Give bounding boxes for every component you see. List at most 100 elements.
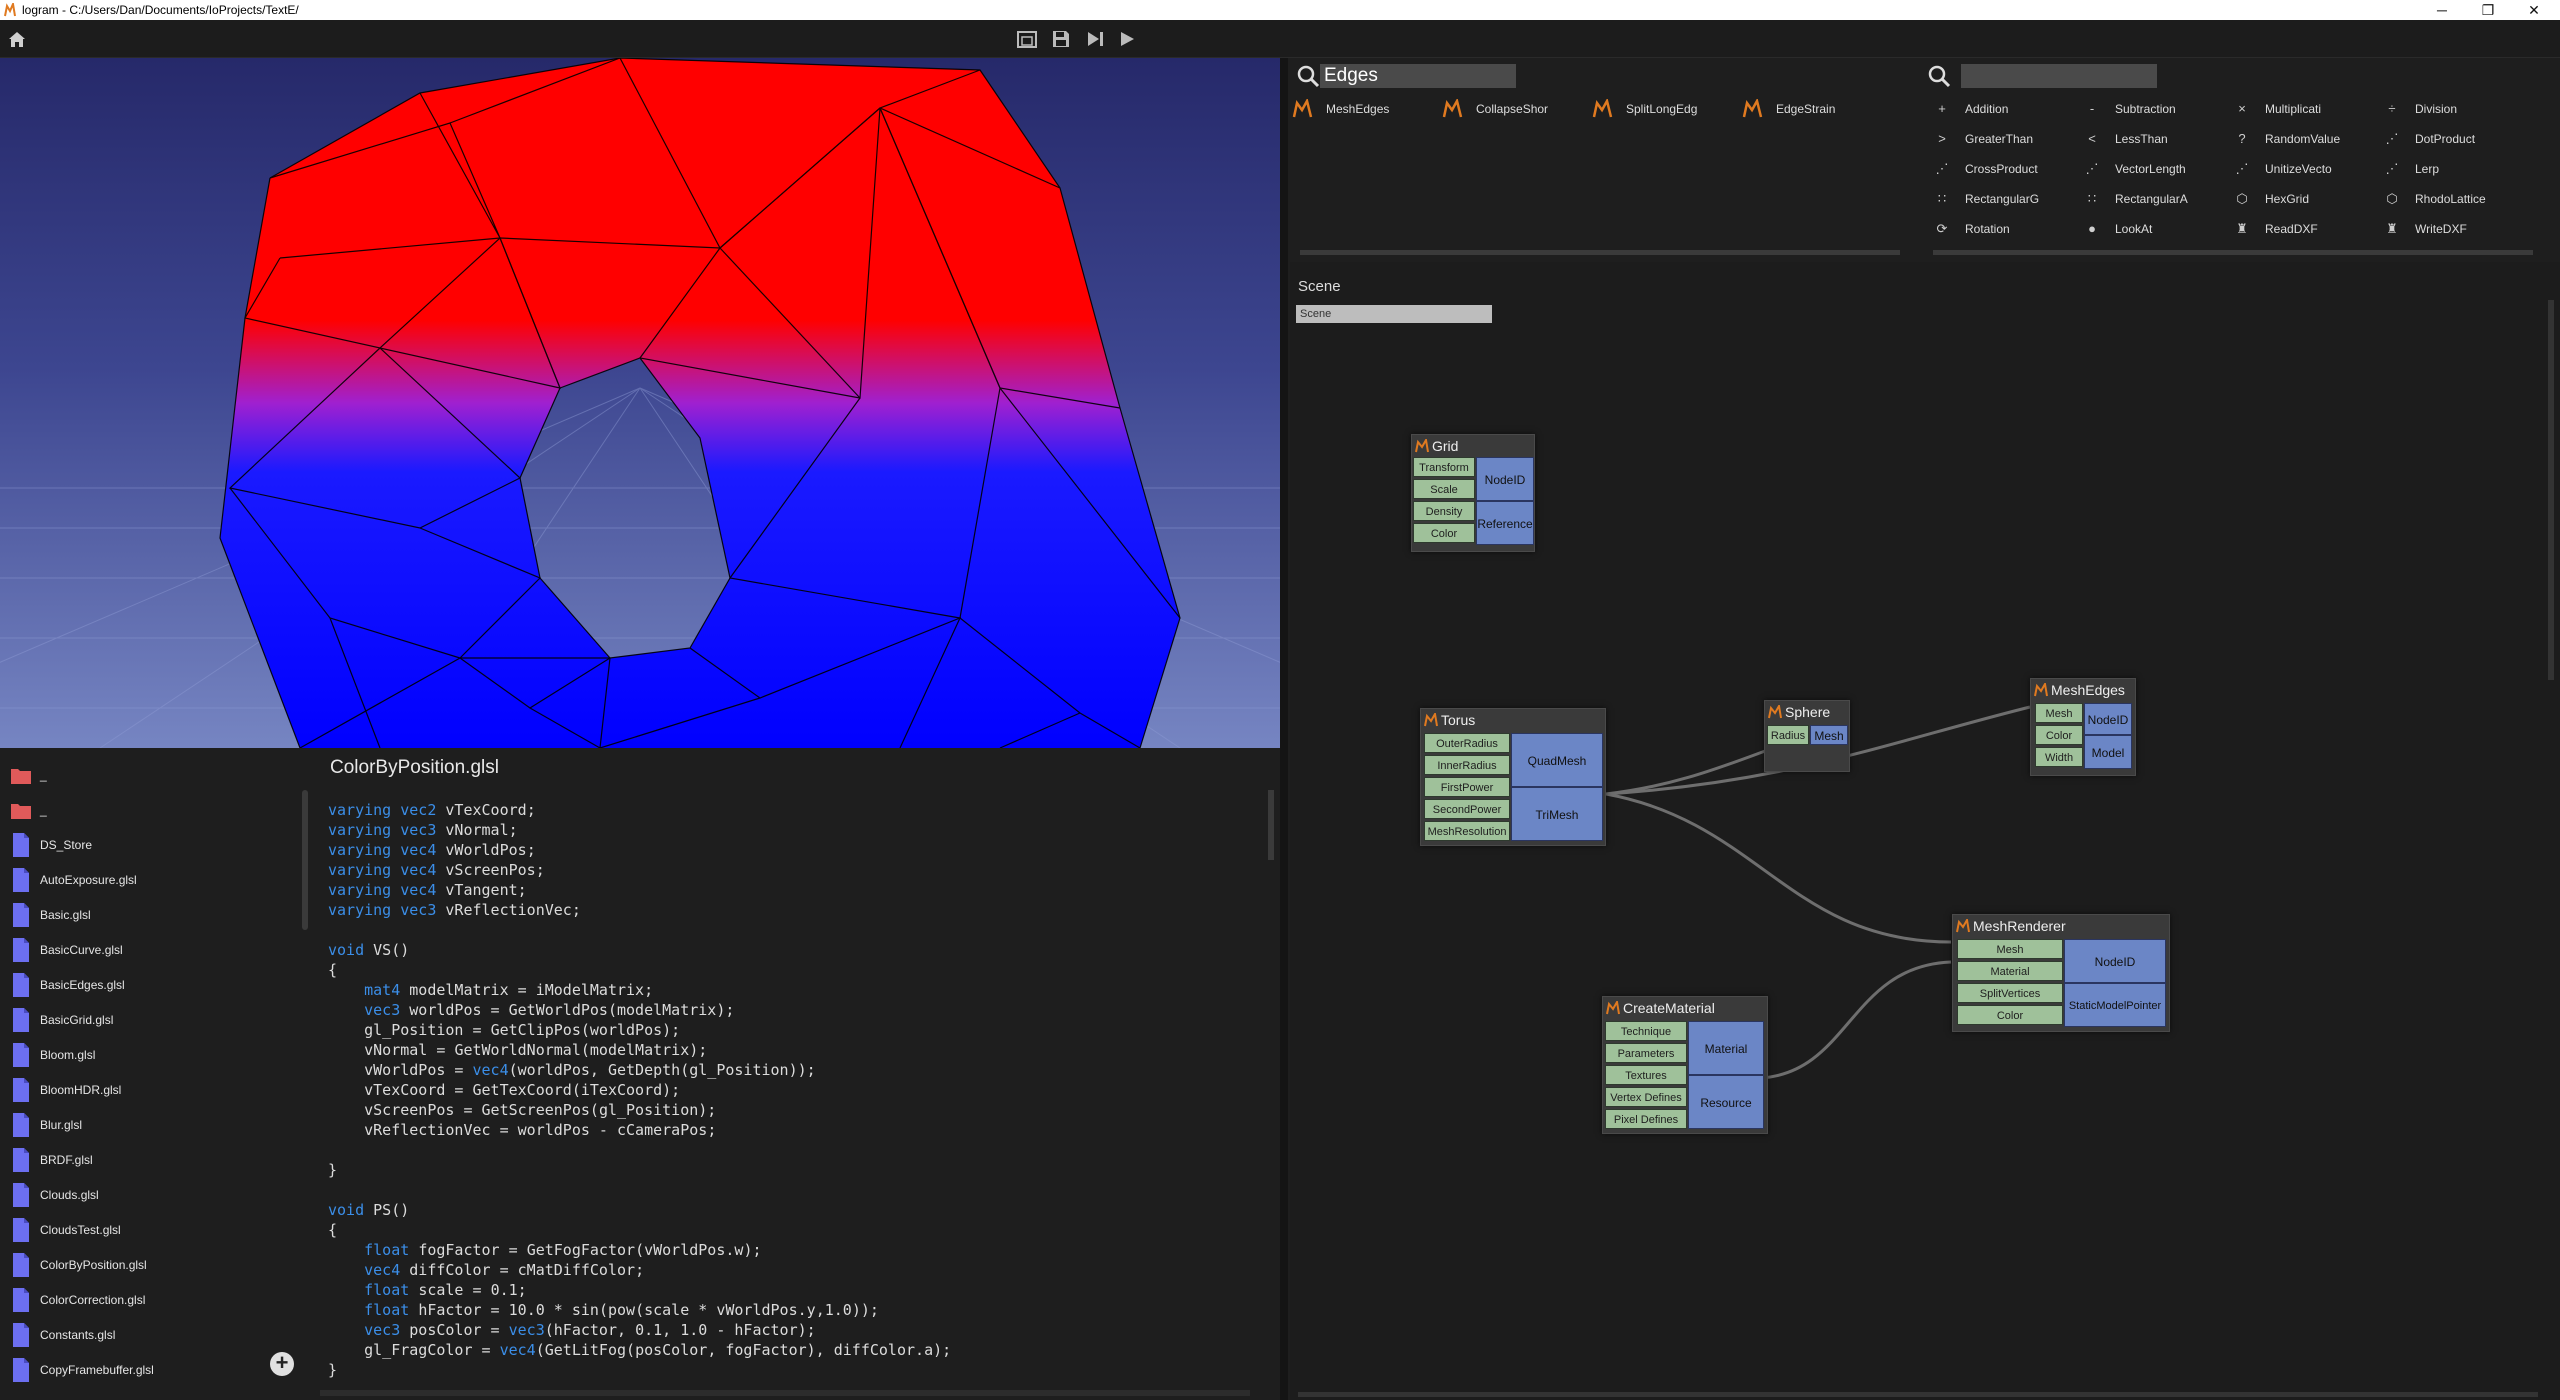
- play-icon[interactable]: [1116, 29, 1138, 49]
- library-item[interactable]: > GreaterThan: [1931, 128, 2033, 150]
- output-pin[interactable]: NodeID: [1476, 457, 1534, 501]
- output-pin[interactable]: Material: [1688, 1021, 1764, 1075]
- input-pin[interactable]: SecondPower: [1424, 799, 1510, 819]
- 3d-viewport[interactable]: [0, 58, 1280, 748]
- file-item[interactable]: DS_Store: [10, 830, 300, 860]
- library-item[interactable]: ⬡ HexGrid: [2231, 188, 2309, 210]
- search-input[interactable]: Edges: [1320, 64, 1516, 88]
- file-item[interactable]: CopyFramebuffer.glsl: [10, 1355, 300, 1385]
- output-pin[interactable]: StaticModelPointer: [2064, 983, 2166, 1027]
- editor-horizontal-scrollbar[interactable]: [320, 1390, 1250, 1396]
- input-pin[interactable]: Radius: [1767, 725, 1809, 745]
- torus-node[interactable]: Torus OuterRadius InnerRadius FirstPower…: [1420, 708, 1606, 846]
- file-item[interactable]: Blur.glsl: [10, 1110, 300, 1140]
- vertical-splitter[interactable]: [1280, 58, 1288, 1400]
- input-pin[interactable]: Density: [1413, 501, 1475, 521]
- input-pin[interactable]: Transform: [1413, 457, 1475, 477]
- search-result-item[interactable]: SplitLongEdg: [1592, 98, 1697, 120]
- input-pin[interactable]: OuterRadius: [1424, 733, 1510, 753]
- output-pin[interactable]: NodeID: [2084, 703, 2132, 735]
- close-icon[interactable]: ✕: [2512, 0, 2556, 20]
- input-pin[interactable]: FirstPower: [1424, 777, 1510, 797]
- input-pin[interactable]: SplitVertices: [1957, 983, 2063, 1003]
- input-pin[interactable]: Scale: [1413, 479, 1475, 499]
- grid-node[interactable]: Grid Transform Scale Density Color NodeI…: [1411, 434, 1535, 552]
- minimize-icon[interactable]: ─: [2420, 0, 2464, 20]
- input-pin[interactable]: Color: [2035, 725, 2083, 745]
- input-pin[interactable]: Parameters: [1605, 1043, 1687, 1063]
- meshrenderer-node[interactable]: MeshRenderer Mesh Material SplitVertices…: [1952, 914, 2170, 1032]
- input-pin[interactable]: Color: [1413, 523, 1475, 543]
- input-pin[interactable]: MeshResolution: [1424, 821, 1510, 841]
- input-pin[interactable]: Technique: [1605, 1021, 1687, 1041]
- folder-item[interactable]: _: [10, 760, 300, 790]
- library-item[interactable]: ⋰ Lerp: [2381, 158, 2440, 180]
- input-pin[interactable]: InnerRadius: [1424, 755, 1510, 775]
- input-pin[interactable]: Mesh: [2035, 703, 2083, 723]
- library-search-input[interactable]: [1961, 64, 2157, 88]
- file-item[interactable]: BasicGrid.glsl: [10, 1005, 300, 1035]
- file-item[interactable]: Basic.glsl: [10, 900, 300, 930]
- library-item[interactable]: < LessThan: [2081, 128, 2168, 150]
- step-forward-icon[interactable]: [1084, 29, 1106, 49]
- search-result-item[interactable]: EdgeStrain: [1742, 98, 1835, 120]
- file-item[interactable]: BRDF.glsl: [10, 1145, 300, 1175]
- output-pin[interactable]: NodeID: [2064, 939, 2166, 983]
- home-icon[interactable]: [6, 29, 28, 49]
- library-item[interactable]: ⋰ VectorLength: [2081, 158, 2186, 180]
- file-item[interactable]: BasicCurve.glsl: [10, 935, 300, 965]
- file-item[interactable]: ColorByPosition.glsl: [10, 1250, 300, 1280]
- input-pin[interactable]: Width: [2035, 747, 2083, 767]
- folder-item[interactable]: _: [10, 795, 300, 825]
- file-item[interactable]: AutoExposure.glsl: [10, 865, 300, 895]
- library-item[interactable]: ● LookAt: [2081, 218, 2152, 240]
- editor-scrollbar[interactable]: [1268, 790, 1274, 860]
- library-item[interactable]: ⬡ RhodoLattice: [2381, 188, 2485, 210]
- output-pin[interactable]: Model: [2084, 735, 2132, 769]
- library-item[interactable]: ♜ ReadDXF: [2231, 218, 2318, 240]
- search-icon[interactable]: [1927, 64, 1951, 88]
- library-item[interactable]: × Multiplicati: [2231, 98, 2321, 120]
- search-result-item[interactable]: CollapseShor: [1442, 98, 1548, 120]
- graph-vertical-scrollbar[interactable]: [2548, 300, 2554, 680]
- library-item[interactable]: ⋰ CrossProduct: [1931, 158, 2038, 180]
- maximize-icon[interactable]: ❐: [2466, 0, 2510, 20]
- library-item[interactable]: ⋰ DotProduct: [2381, 128, 2476, 150]
- file-item[interactable]: CloudsTest.glsl: [10, 1215, 300, 1245]
- code-text[interactable]: varying vec2 vTexCoord; varying vec3 vNor…: [328, 800, 951, 1380]
- creatematerial-node[interactable]: CreateMaterial Technique Parameters Text…: [1602, 996, 1768, 1134]
- library-item[interactable]: ⟳ Rotation: [1931, 218, 2010, 240]
- input-pin[interactable]: Vertex Defines: [1605, 1087, 1687, 1107]
- output-pin[interactable]: TriMesh: [1511, 787, 1603, 841]
- input-pin[interactable]: Material: [1957, 961, 2063, 981]
- input-pin[interactable]: Pixel Defines: [1605, 1109, 1687, 1129]
- output-pin[interactable]: Reference: [1476, 501, 1534, 545]
- search-results-scrollbar[interactable]: [1300, 250, 1900, 255]
- file-item[interactable]: Bloom.glsl: [10, 1040, 300, 1070]
- output-pin[interactable]: Mesh: [1810, 725, 1848, 745]
- code-editor[interactable]: ColorByPosition.glsl varying vec2 vTexCo…: [318, 752, 1280, 1400]
- input-pin[interactable]: Color: [1957, 1005, 2063, 1025]
- library-scrollbar[interactable]: [1933, 250, 2533, 255]
- graph-horizontal-scrollbar[interactable]: [1298, 1392, 2538, 1397]
- scene-input[interactable]: Scene: [1296, 305, 1492, 323]
- library-item[interactable]: ? RandomValue: [2231, 128, 2340, 150]
- file-list-scrollbar[interactable]: [302, 790, 308, 930]
- file-item[interactable]: Clouds.glsl: [10, 1180, 300, 1210]
- output-pin[interactable]: Resource: [1688, 1075, 1764, 1129]
- file-item[interactable]: BasicEdges.glsl: [10, 970, 300, 1000]
- library-item[interactable]: ∷ RectangularG: [1931, 188, 2039, 210]
- save-icon[interactable]: [1050, 29, 1072, 49]
- file-item[interactable]: Constants.glsl: [10, 1320, 300, 1350]
- library-item[interactable]: ♜ WriteDXF: [2381, 218, 2467, 240]
- input-pin[interactable]: Mesh: [1957, 939, 2063, 959]
- file-item[interactable]: ColorCorrection.glsl: [10, 1285, 300, 1315]
- search-icon[interactable]: [1296, 64, 1320, 88]
- file-item[interactable]: BloomHDR.glsl: [10, 1075, 300, 1105]
- meshedges-node[interactable]: MeshEdges Mesh Color Width NodeID Model: [2030, 678, 2136, 776]
- sphere-node[interactable]: Sphere Radius Mesh: [1764, 700, 1850, 772]
- add-file-button[interactable]: +: [270, 1352, 294, 1376]
- library-item[interactable]: + Addition: [1931, 98, 2008, 120]
- input-pin[interactable]: Textures: [1605, 1065, 1687, 1085]
- library-item[interactable]: ÷ Division: [2381, 98, 2457, 120]
